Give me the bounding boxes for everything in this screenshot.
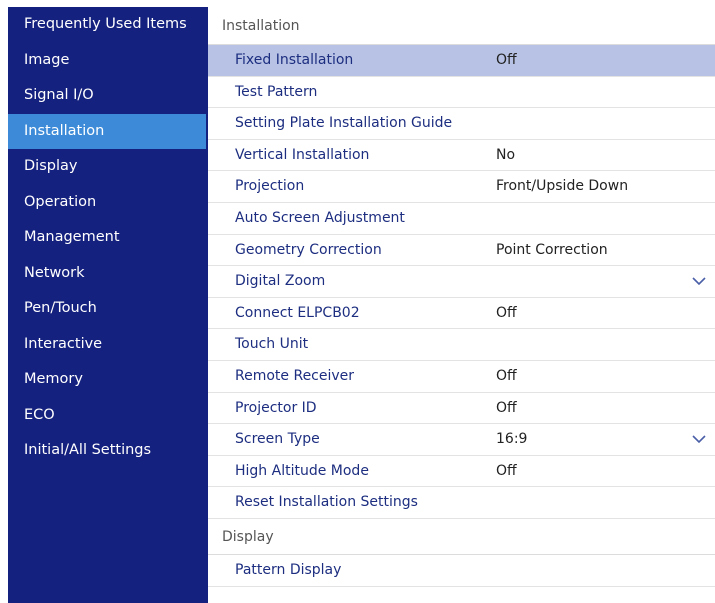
setting-row-vertical-installation[interactable]: Vertical Installation No bbox=[208, 140, 715, 172]
sidebar-item-frequently-used-items[interactable]: Frequently Used Items bbox=[8, 7, 208, 43]
setting-row-fixed-installation[interactable]: Fixed Installation Off bbox=[208, 45, 715, 77]
chevron-down-icon[interactable] bbox=[691, 275, 707, 287]
sidebar-item-installation[interactable]: Installation bbox=[8, 113, 206, 149]
sidebar-item-pen-touch[interactable]: Pen/Touch bbox=[8, 291, 208, 327]
setting-value: Off bbox=[496, 304, 517, 321]
sidebar-item-management[interactable]: Management bbox=[8, 220, 208, 256]
sidebar-item-signal-io[interactable]: Signal I/O bbox=[8, 78, 208, 114]
setting-value: Off bbox=[496, 462, 517, 479]
setting-label: Geometry Correction bbox=[235, 241, 382, 258]
setting-label: Screen Type bbox=[235, 431, 320, 448]
setting-row-pattern-display[interactable]: Pattern Display bbox=[208, 555, 715, 587]
setting-label: Remote Receiver bbox=[235, 367, 355, 384]
setting-row-auto-screen-adjustment[interactable]: Auto Screen Adjustment bbox=[208, 203, 715, 235]
setting-label: High Altitude Mode bbox=[235, 462, 369, 479]
setting-label: Vertical Installation bbox=[235, 146, 370, 163]
setting-value: Front/Upside Down bbox=[496, 178, 629, 195]
setting-row-touch-unit[interactable]: Touch Unit bbox=[208, 329, 715, 361]
setting-label: Fixed Installation bbox=[235, 52, 354, 68]
settings-panel: Installation Fixed Installation Off Test… bbox=[208, 7, 715, 603]
setting-label: Pattern Display bbox=[235, 561, 342, 578]
setting-row-connect-elpcb02[interactable]: Connect ELPCB02 Off bbox=[208, 298, 715, 330]
setting-row-projection[interactable]: Projection Front/Upside Down bbox=[208, 171, 715, 203]
sidebar-item-eco[interactable]: ECO bbox=[8, 398, 208, 434]
setting-row-setting-plate-installation-guide[interactable]: Setting Plate Installation Guide bbox=[208, 108, 715, 140]
setting-value: Off bbox=[496, 367, 517, 384]
setting-label: Projection bbox=[235, 178, 305, 195]
sidebar-item-interactive[interactable]: Interactive bbox=[8, 327, 208, 363]
setting-value: No bbox=[496, 146, 516, 163]
sidebar-item-operation[interactable]: Operation bbox=[8, 185, 208, 221]
sidebar-item-initial-all-settings[interactable]: Initial/All Settings bbox=[8, 433, 208, 469]
setting-row-projector-id[interactable]: Projector ID Off bbox=[208, 393, 715, 425]
setting-label: Projector ID bbox=[235, 399, 317, 416]
setting-label: Setting Plate Installation Guide bbox=[235, 115, 453, 132]
setting-value: 16:9 bbox=[496, 431, 528, 448]
section-header-display: Display bbox=[208, 519, 715, 555]
sidebar-item-image[interactable]: Image bbox=[8, 43, 208, 79]
setting-row-digital-zoom[interactable]: Digital Zoom bbox=[208, 266, 715, 298]
setting-row-high-altitude-mode[interactable]: High Altitude Mode Off bbox=[208, 456, 715, 488]
chevron-down-icon[interactable] bbox=[691, 433, 707, 445]
sidebar-item-network[interactable]: Network bbox=[8, 256, 208, 292]
setting-label: Touch Unit bbox=[235, 336, 309, 353]
setting-label: Auto Screen Adjustment bbox=[235, 209, 405, 226]
sidebar-item-display[interactable]: Display bbox=[8, 149, 208, 185]
setting-label: Connect ELPCB02 bbox=[235, 304, 360, 321]
sidebar-item-memory[interactable]: Memory bbox=[8, 362, 208, 398]
setting-value: Off bbox=[496, 52, 517, 68]
setting-row-reset-installation-settings[interactable]: Reset Installation Settings bbox=[208, 487, 715, 519]
setting-label: Test Pattern bbox=[235, 83, 318, 100]
section-header-installation: Installation bbox=[208, 7, 715, 45]
setting-row-remote-receiver[interactable]: Remote Receiver Off bbox=[208, 361, 715, 393]
setting-value: Point Correction bbox=[496, 241, 608, 258]
sidebar-menu: Frequently Used Items Image Signal I/O I… bbox=[8, 7, 208, 603]
setting-value: Off bbox=[496, 399, 517, 416]
setting-row-test-pattern[interactable]: Test Pattern bbox=[208, 77, 715, 109]
setting-row-screen-type[interactable]: Screen Type 16:9 bbox=[208, 424, 715, 456]
setting-label: Reset Installation Settings bbox=[235, 494, 418, 511]
setting-row-geometry-correction[interactable]: Geometry Correction Point Correction bbox=[208, 235, 715, 267]
setting-label: Digital Zoom bbox=[235, 273, 326, 290]
